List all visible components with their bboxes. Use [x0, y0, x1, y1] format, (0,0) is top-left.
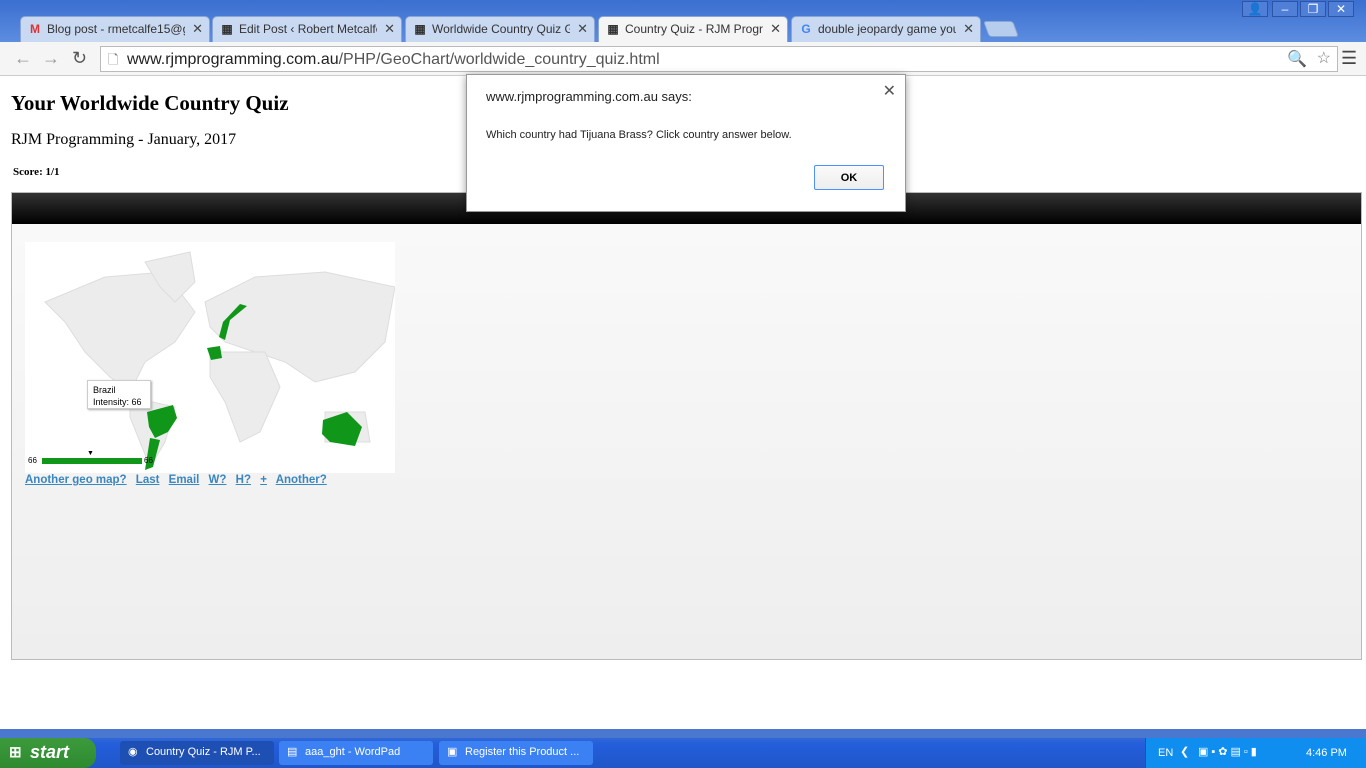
w-link[interactable]: W?: [209, 474, 227, 486]
new-tab-button[interactable]: [983, 21, 1019, 37]
taskbar-item-register[interactable]: ▣ Register this Product ...: [439, 741, 593, 765]
color-legend-bar: [42, 458, 142, 464]
tab-label: Edit Post ‹ Robert Metcalfe B: [239, 22, 377, 36]
legend-min: 66: [28, 456, 37, 465]
tab-country-quiz[interactable]: ▦ Country Quiz - RJM Programm ✕: [598, 16, 788, 43]
clock: 4:46 PM: [1306, 747, 1347, 759]
taskbar-label: Register this Product ...: [465, 746, 580, 758]
url-path: /PHP/GeoChart/worldwide_country_quiz.htm…: [338, 51, 660, 68]
page-title: Your Worldwide Country Quiz: [11, 91, 289, 115]
language-indicator[interactable]: EN: [1158, 747, 1173, 759]
start-button[interactable]: ⊞ start: [0, 738, 96, 768]
country-france: [207, 346, 222, 360]
minimize-button[interactable]: –: [1272, 1, 1298, 17]
dialog-title: www.rjmprogramming.com.au says:: [486, 89, 692, 104]
browser-toolbar: ← → ↻ 🗋 www.rjmprogramming.com.au/PHP/Ge…: [0, 42, 1366, 76]
page-icon: ▦: [221, 22, 233, 36]
tab-worldwide-quiz[interactable]: ▦ Worldwide Country Quiz Gam ✕: [405, 16, 595, 42]
legend-max: 66: [144, 456, 153, 465]
page-icon: ▦: [607, 22, 619, 36]
world-map: [44, 251, 396, 470]
close-window-button[interactable]: ✕: [1328, 1, 1354, 17]
close-tab-icon[interactable]: ✕: [384, 21, 395, 37]
wordpad-icon: ▤: [287, 746, 298, 758]
tray-icons[interactable]: ▣▪✿▤▫▮: [1198, 745, 1260, 758]
gmail-icon: M: [30, 22, 40, 36]
tab-blog-post[interactable]: M Blog post - rmetcalfe15@gm ✕: [20, 16, 210, 42]
page-subtitle: RJM Programming - January, 2017: [11, 131, 237, 148]
ok-button[interactable]: OK: [814, 165, 884, 190]
last-link[interactable]: Last: [136, 474, 160, 486]
menu-icon[interactable]: ☰: [1341, 48, 1357, 69]
taskbar-label: aaa_ght - WordPad: [305, 746, 401, 758]
geo-chart-map[interactable]: Brazil Intensity: 66 66 ▼ 66: [25, 242, 396, 473]
window-frame: [0, 729, 1366, 738]
dialog-message: Which country had Tijuana Brass? Click c…: [486, 129, 792, 141]
taskbar: ⊞ start ◉ Country Quiz - RJM P... ▤ aaa_ght…: [0, 738, 1366, 768]
forward-icon[interactable]: →: [42, 48, 60, 69]
quiz-panel: Brazil Intensity: 66 66 ▼ 66 Another geo…: [11, 192, 1362, 660]
close-icon[interactable]: ✕: [883, 81, 896, 101]
tab-label: double jeopardy game youtu: [818, 22, 956, 36]
tab-double-jeopardy[interactable]: Gdouble jeopardy game youtu ✕: [791, 16, 981, 42]
close-tab-icon[interactable]: ✕: [192, 21, 203, 37]
tab-label: Blog post - rmetcalfe15@gm: [47, 22, 185, 36]
map-tooltip: Brazil Intensity: 66: [87, 380, 151, 409]
back-icon[interactable]: ←: [14, 48, 32, 69]
another-geo-map-link[interactable]: Another geo map?: [25, 474, 127, 486]
taskbar-label: Country Quiz - RJM P...: [146, 746, 261, 758]
taskbar-item-chrome[interactable]: ◉ Country Quiz - RJM P...: [120, 741, 274, 765]
tab-label: Country Quiz - RJM Programm: [625, 22, 763, 36]
url-host: www.rjmprogramming.com.au: [127, 51, 339, 68]
legend-marker-icon: ▼: [87, 450, 94, 457]
page-icon: ▦: [414, 22, 426, 36]
star-icon[interactable]: ☆: [1317, 48, 1331, 68]
maximize-button[interactable]: ❐: [1300, 1, 1326, 17]
page-icon: 🗋: [108, 52, 119, 67]
close-tab-icon[interactable]: ✕: [963, 21, 974, 37]
tab-edit-post[interactable]: ▦ Edit Post ‹ Robert Metcalfe B ✕: [212, 16, 402, 42]
chrome-icon: ◉: [128, 746, 138, 758]
system-tray: EN ❮ ▣▪✿▤▫▮ 4:46 PM: [1145, 738, 1366, 768]
google-icon: G: [801, 22, 811, 36]
user-icon[interactable]: 👤: [1242, 1, 1268, 17]
taskbar-item-wordpad[interactable]: ▤ aaa_ght - WordPad: [279, 741, 433, 765]
h-link[interactable]: H?: [236, 474, 251, 486]
close-tab-icon[interactable]: ✕: [577, 21, 588, 37]
email-link[interactable]: Email: [169, 474, 200, 486]
plus-link[interactable]: +: [260, 474, 267, 486]
tab-label: Worldwide Country Quiz Gam: [432, 22, 570, 36]
tooltip-country: Brazil: [93, 385, 116, 395]
score: Score: 1/1: [13, 166, 60, 178]
windows-logo-icon: ⊞: [9, 744, 22, 761]
close-tab-icon[interactable]: ✕: [770, 21, 781, 37]
tooltip-value: Intensity: 66: [93, 397, 142, 407]
zoom-icon[interactable]: 🔍: [1287, 49, 1307, 69]
another-link[interactable]: Another?: [276, 474, 327, 486]
africa: [209, 351, 281, 443]
address-bar[interactable]: 🗋 www.rjmprogramming.com.au/PHP/GeoChart…: [100, 46, 1338, 72]
register-icon: ▣: [447, 746, 458, 758]
reload-icon[interactable]: ↻: [72, 48, 87, 69]
start-label: start: [30, 742, 70, 762]
browser-titlebar: M Blog post - rmetcalfe15@gm ✕ ▦ Edit Post …: [0, 0, 1366, 43]
quiz-links: Another geo map? Last Email W? H? + Anot…: [25, 474, 333, 486]
tray-expand-icon[interactable]: ❮: [1180, 745, 1189, 758]
alert-dialog: www.rjmprogramming.com.au says: ✕ Which …: [466, 74, 906, 212]
